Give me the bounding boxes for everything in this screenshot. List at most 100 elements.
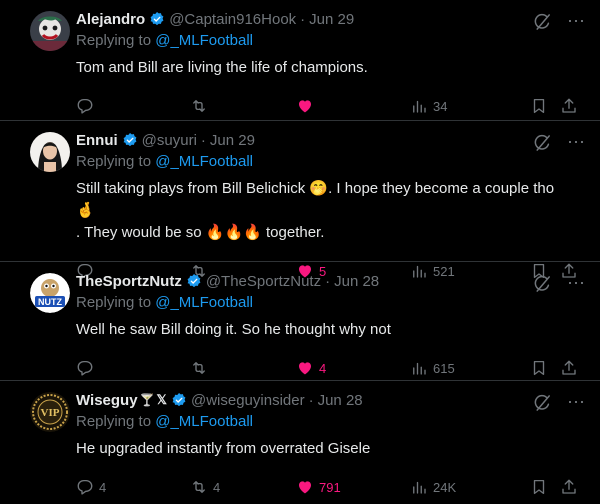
author-name[interactable]: Alejandro	[76, 11, 145, 28]
action-bar: 4 615	[76, 351, 584, 385]
more-options-icon[interactable]: ⋯	[567, 11, 586, 32]
grok-icon[interactable]	[533, 393, 553, 413]
reply-button[interactable]	[76, 97, 190, 115]
like-button[interactable]: 791	[296, 478, 410, 496]
mention-link[interactable]: @_MLFootball	[155, 32, 253, 49]
woman-avatar[interactable]	[30, 132, 70, 172]
analytics-icon	[413, 362, 426, 375]
share-icon	[562, 98, 576, 113]
bookmark-button[interactable]	[530, 478, 560, 496]
x-badge-icon: 𝕏	[156, 392, 167, 407]
view-count: 24K	[433, 479, 457, 495]
heart-filled-icon	[299, 100, 311, 113]
tweet-text: Tom and Bill are living the life of cham…	[76, 59, 368, 76]
views-button[interactable]: 34	[410, 97, 530, 115]
more-options-icon[interactable]: ⋯	[567, 392, 586, 413]
mention-link[interactable]: @_MLFootball	[155, 413, 253, 430]
separator-dot: ·	[200, 131, 206, 149]
grok-icon[interactable]	[533, 274, 553, 294]
tweet-text: Well he saw Bill doing it. So he thought…	[76, 321, 391, 338]
mention-link[interactable]: @_MLFootball	[155, 153, 253, 170]
like-count: 791	[319, 479, 341, 495]
like-button[interactable]	[296, 97, 410, 115]
author-name[interactable]: Ennui	[76, 132, 118, 149]
reply-icon	[77, 98, 93, 114]
vip-badge-avatar[interactable]: VIP	[30, 392, 70, 432]
replying-to-line: Replying to @_MLFootball	[76, 153, 253, 170]
retweet-button[interactable]	[190, 359, 296, 377]
replying-to-line: Replying to @_MLFootball	[76, 294, 253, 311]
analytics-icon	[413, 481, 426, 494]
clown-avatar[interactable]	[30, 11, 70, 51]
verified-badge-icon	[172, 393, 186, 407]
wine-glass-icon: 🍸	[139, 393, 155, 407]
analytics-icon	[413, 100, 426, 113]
reply-feed: Alejandro @Captain916Hook · Jun 29 ⋯ Rep…	[0, 0, 600, 501]
share-icon	[562, 360, 576, 375]
reply-count: 4	[99, 479, 107, 495]
tweet-text-line: . They would be so 🔥🔥🔥 together.	[76, 224, 325, 241]
tweet-item[interactable]: VIP Wiseguy 🍸 𝕏 @wiseguyinsider · Jun 28…	[0, 381, 600, 501]
more-options-icon[interactable]: ⋯	[567, 273, 586, 294]
timestamp[interactable]: Jun 28	[334, 273, 379, 290]
bookmark-button[interactable]	[530, 97, 560, 115]
avatar-label: NUTZ	[38, 297, 62, 307]
reply-icon	[77, 479, 93, 495]
heart-filled-icon	[299, 481, 311, 494]
replying-to-line: Replying to @_MLFootball	[76, 32, 253, 49]
avatar-label: VIP	[41, 407, 60, 419]
timestamp[interactable]: Jun 28	[318, 392, 363, 409]
view-count: 615	[433, 360, 455, 376]
bookmark-icon	[533, 360, 545, 376]
author-handle[interactable]: @TheSportzNutz	[206, 273, 321, 290]
timestamp[interactable]: Jun 29	[309, 11, 354, 28]
bookmark-icon	[533, 479, 545, 495]
share-button[interactable]	[560, 478, 578, 496]
separator-dot: ·	[308, 391, 314, 409]
mention-link[interactable]: @_MLFootball	[155, 294, 253, 311]
action-bar: 34	[76, 89, 584, 123]
author-handle[interactable]: @suyuri	[142, 132, 197, 149]
retweet-icon	[193, 362, 205, 374]
views-button[interactable]: 24K	[410, 478, 530, 496]
tweet-text: He upgraded instantly from overrated Gis…	[76, 440, 371, 457]
author-name[interactable]: Wiseguy	[76, 392, 138, 409]
tweet-item[interactable]: Ennui @suyuri · Jun 29 ⋯ Replying to @_M…	[0, 121, 600, 279]
separator-dot: ·	[325, 272, 331, 290]
views-button[interactable]: 615	[410, 359, 530, 377]
replying-to-line: Replying to @_MLFootball	[76, 413, 253, 430]
bookmark-icon	[533, 98, 545, 114]
bookmark-button[interactable]	[530, 359, 560, 377]
verified-badge-icon	[123, 133, 137, 147]
retweet-count: 4	[213, 479, 221, 495]
nutz-logo-avatar[interactable]: NUTZ	[30, 273, 70, 313]
grok-icon[interactable]	[533, 133, 553, 153]
share-button[interactable]	[560, 97, 578, 115]
retweet-icon	[193, 481, 205, 493]
action-bar: 4 4 791 24K	[76, 470, 584, 504]
reply-icon	[77, 360, 93, 376]
author-handle[interactable]: @wiseguyinsider	[191, 392, 305, 409]
retweet-button[interactable]: 4	[190, 478, 296, 496]
separator-dot: ·	[300, 10, 306, 28]
more-options-icon[interactable]: ⋯	[567, 132, 586, 153]
tweet-item[interactable]: NUTZ TheSportzNutz @TheSportzNutz · Jun …	[0, 262, 600, 381]
author-name[interactable]: TheSportzNutz	[76, 273, 182, 290]
author-handle[interactable]: @Captain916Hook	[169, 11, 296, 28]
tweet-text-line: Still taking plays from Bill Belichick 🤭…	[76, 180, 555, 219]
heart-filled-icon	[299, 362, 311, 375]
retweet-icon	[193, 100, 205, 112]
retweet-button[interactable]	[190, 97, 296, 115]
like-button[interactable]: 4	[296, 359, 410, 377]
share-icon	[562, 479, 576, 494]
verified-badge-icon	[150, 12, 164, 26]
reply-button[interactable]	[76, 359, 190, 377]
reply-button[interactable]: 4	[76, 478, 190, 496]
timestamp[interactable]: Jun 29	[210, 132, 255, 149]
tweet-text: Still taking plays from Bill Belichick 🤭…	[76, 178, 584, 244]
grok-icon[interactable]	[533, 12, 553, 32]
like-count: 4	[319, 360, 327, 376]
tweet-item[interactable]: Alejandro @Captain916Hook · Jun 29 ⋯ Rep…	[0, 0, 600, 121]
share-button[interactable]	[560, 359, 578, 377]
verified-badge-icon	[187, 274, 201, 288]
